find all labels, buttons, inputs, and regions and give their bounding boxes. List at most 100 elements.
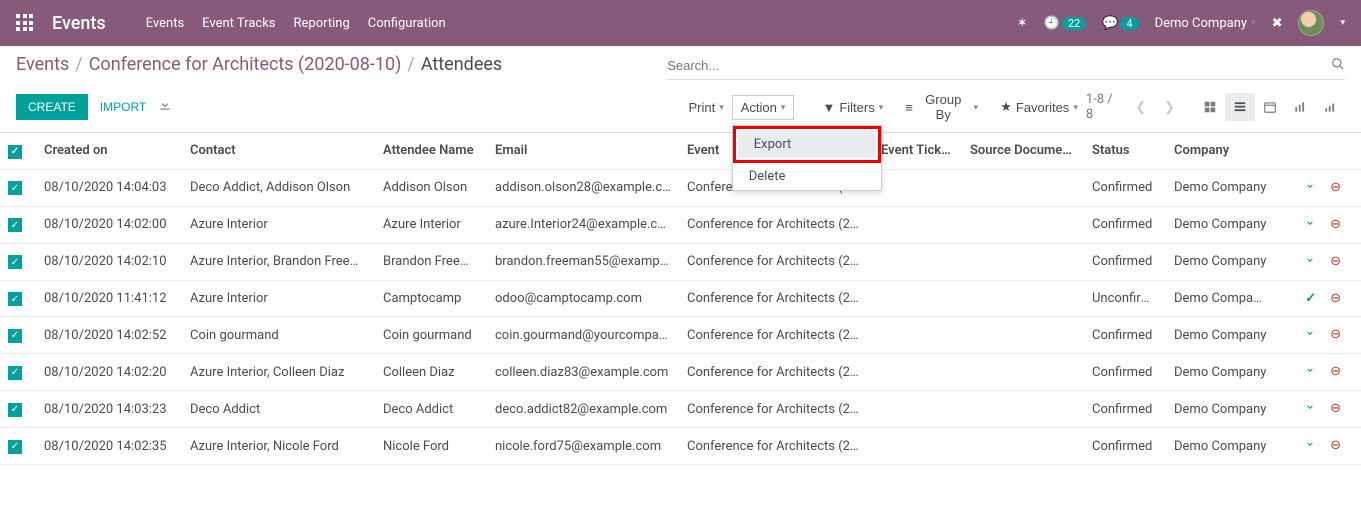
cell-event: Conference for Architects (20… xyxy=(679,317,873,354)
search-icon[interactable] xyxy=(1331,57,1345,75)
cell-source xyxy=(962,280,1084,317)
cell-created: 08/10/2020 14:02:35 xyxy=(36,428,182,465)
view-graph[interactable] xyxy=(1285,93,1315,121)
table-row[interactable]: ✓08/10/2020 14:02:35Azure Interior, Nico… xyxy=(0,428,1361,465)
select-all-checkbox[interactable]: ✓ xyxy=(8,145,22,159)
cell-email: deco.addict82@example.com xyxy=(487,391,679,428)
cell-source xyxy=(962,391,1084,428)
row-checkbox[interactable]: ✓ xyxy=(8,440,22,454)
action-export[interactable]: Export xyxy=(738,131,876,158)
table-row[interactable]: ✓08/10/2020 14:02:00Azure InteriorAzure … xyxy=(0,206,1361,243)
pager-prev[interactable]: ❮ xyxy=(1131,100,1150,115)
col-created[interactable]: Created on xyxy=(36,133,182,169)
col-company[interactable]: Company xyxy=(1166,133,1286,169)
delete-icon[interactable]: ⊖ xyxy=(1330,291,1341,306)
search-input[interactable] xyxy=(667,54,1331,77)
delete-icon[interactable]: ⊖ xyxy=(1330,401,1341,417)
cell-event: Conference for Architects (20… xyxy=(679,243,873,280)
nav-configuration[interactable]: Configuration xyxy=(368,16,446,31)
delete-icon[interactable]: ⊖ xyxy=(1330,327,1341,343)
favorites-dropdown[interactable]: ★ Favorites ▾ xyxy=(992,88,1086,126)
row-actions: ⊖ xyxy=(1294,327,1353,343)
row-checkbox[interactable]: ✓ xyxy=(8,181,22,195)
highlight-annotation: Export xyxy=(733,126,881,163)
star-icon: ★ xyxy=(1000,99,1012,115)
table-row[interactable]: ✓08/10/2020 14:04:03Deco Addict, Addison… xyxy=(0,169,1361,206)
close-icon[interactable]: ✖ xyxy=(1272,16,1283,31)
row-checkbox[interactable]: ✓ xyxy=(8,329,22,343)
download-icon[interactable] xyxy=(1304,180,1316,196)
breadcrumb-events[interactable]: Events xyxy=(16,54,69,75)
clock-icon[interactable]: 🕘22 xyxy=(1044,16,1087,31)
clock-badge: 22 xyxy=(1062,17,1086,30)
chevron-down-icon: ▾ xyxy=(879,102,884,113)
nav-event-tracks[interactable]: Event Tracks xyxy=(202,16,275,31)
cell-contact: Deco Addict, Addison Olson xyxy=(182,169,375,206)
pager-next[interactable]: ❯ xyxy=(1160,100,1179,115)
company-switcher[interactable]: Demo Company ▾ xyxy=(1155,16,1256,31)
view-list[interactable] xyxy=(1225,93,1255,121)
view-pivot[interactable] xyxy=(1315,93,1345,121)
create-button[interactable]: CREATE xyxy=(16,94,88,120)
col-source[interactable]: Source Docume… xyxy=(962,133,1084,169)
row-checkbox[interactable]: ✓ xyxy=(8,292,22,306)
download-icon[interactable] xyxy=(1304,327,1316,343)
delete-icon[interactable]: ⊖ xyxy=(1330,180,1341,196)
col-ticket[interactable]: Event Tick… xyxy=(873,133,962,169)
print-label: Print xyxy=(689,100,716,115)
col-email[interactable]: Email xyxy=(487,133,679,169)
apps-icon[interactable] xyxy=(16,14,34,32)
attendees-table: ✓ Created on Contact Attendee Name Email… xyxy=(0,133,1361,465)
cell-contact: Azure Interior xyxy=(182,206,375,243)
nav-reporting[interactable]: Reporting xyxy=(294,16,350,31)
cell-source xyxy=(962,317,1084,354)
action-delete[interactable]: Delete xyxy=(733,163,881,190)
cell-attendee: Nicole Ford xyxy=(375,428,487,465)
nav-events[interactable]: Events xyxy=(146,16,184,31)
download-icon[interactable] xyxy=(1304,217,1316,233)
favorites-label: Favorites xyxy=(1016,100,1069,115)
filters-dropdown[interactable]: ▼ Filters ▾ xyxy=(814,88,891,126)
table-row[interactable]: ✓08/10/2020 14:02:10Azure Interior, Bran… xyxy=(0,243,1361,280)
row-actions: ⊖ xyxy=(1294,180,1353,196)
action-menu: Export Delete xyxy=(732,125,882,191)
cell-status: Confirmed xyxy=(1084,243,1166,280)
action-dropdown[interactable]: Action ▾ xyxy=(732,95,795,120)
row-checkbox[interactable]: ✓ xyxy=(8,403,22,417)
download-icon[interactable] xyxy=(158,98,172,116)
delete-icon[interactable]: ⊖ xyxy=(1330,217,1341,233)
cell-status: Confirmed xyxy=(1084,391,1166,428)
confirm-icon[interactable]: ✓ xyxy=(1305,291,1316,306)
breadcrumb-conference[interactable]: Conference for Architects (2020-08-10) xyxy=(89,54,402,75)
download-icon[interactable] xyxy=(1304,401,1316,417)
table-row[interactable]: ✓08/10/2020 11:41:12Azure InteriorCampto… xyxy=(0,280,1361,317)
delete-icon[interactable]: ⊖ xyxy=(1330,254,1341,270)
search-bar xyxy=(667,54,1345,80)
view-calendar[interactable] xyxy=(1255,93,1285,121)
print-dropdown[interactable]: Print ▾ xyxy=(681,96,732,119)
view-kanban[interactable] xyxy=(1195,93,1225,121)
table-row[interactable]: ✓08/10/2020 14:02:20Azure Interior, Coll… xyxy=(0,354,1361,391)
cell-attendee: Coin gourmand xyxy=(375,317,487,354)
col-contact[interactable]: Contact xyxy=(182,133,375,169)
bug-icon[interactable]: ✶ xyxy=(1017,16,1028,31)
avatar[interactable] xyxy=(1298,10,1324,36)
import-button[interactable]: IMPORT xyxy=(100,100,146,114)
table-row[interactable]: ✓08/10/2020 14:02:52Coin gourmandCoin go… xyxy=(0,317,1361,354)
table-row[interactable]: ✓08/10/2020 14:03:23Deco AddictDeco Addi… xyxy=(0,391,1361,428)
chevron-down-icon: ▾ xyxy=(1073,102,1078,113)
download-icon[interactable] xyxy=(1304,438,1316,454)
delete-icon[interactable]: ⊖ xyxy=(1330,364,1341,380)
row-checkbox[interactable]: ✓ xyxy=(8,255,22,269)
groupby-dropdown[interactable]: ≡ Group By ▾ xyxy=(897,88,986,126)
col-status[interactable]: Status xyxy=(1084,133,1166,169)
chevron-down-icon: ▾ xyxy=(781,102,786,113)
messages-icon[interactable]: 💬4 xyxy=(1102,16,1138,31)
download-icon[interactable] xyxy=(1304,364,1316,380)
row-checkbox[interactable]: ✓ xyxy=(8,366,22,380)
col-attendee[interactable]: Attendee Name xyxy=(375,133,487,169)
download-icon[interactable] xyxy=(1304,254,1316,270)
row-checkbox[interactable]: ✓ xyxy=(8,218,22,232)
pager: 1-8 / 8 ❮ ❯ xyxy=(1086,92,1179,122)
delete-icon[interactable]: ⊖ xyxy=(1330,438,1341,454)
